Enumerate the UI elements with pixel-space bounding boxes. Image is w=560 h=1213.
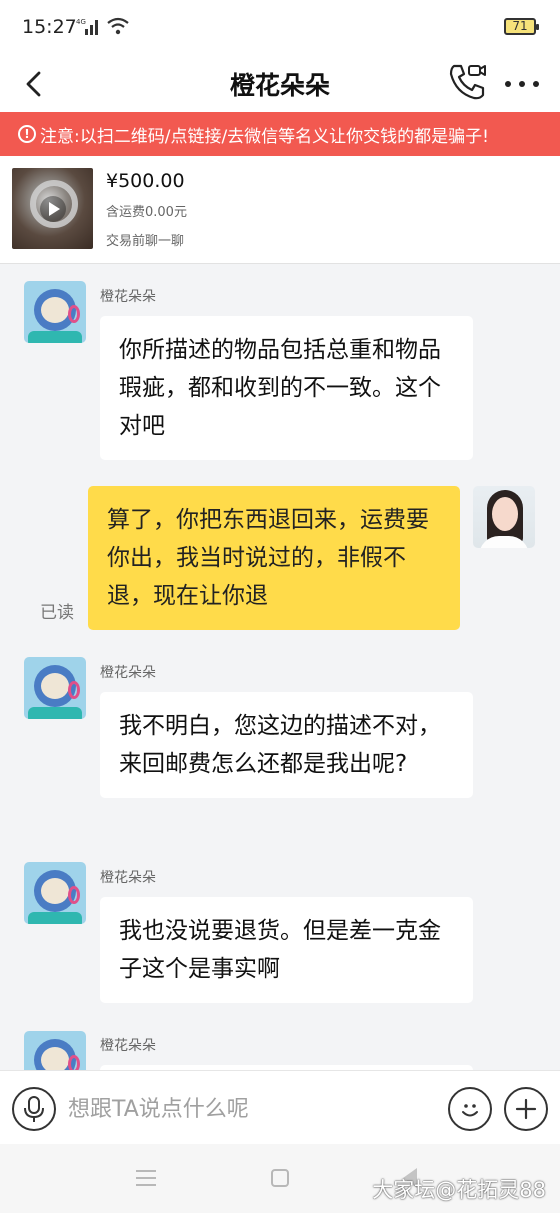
- call-button[interactable]: [446, 60, 490, 104]
- seller-avatar[interactable]: [24, 1031, 86, 1070]
- product-price: ¥500.00: [106, 170, 185, 192]
- outgoing-message[interactable]: 算了，你把东西退回来，运费要你出，我当时说过的，非假不退，现在让你退: [88, 486, 460, 630]
- more-button[interactable]: [502, 66, 542, 102]
- shipping-fee: 含运费0.00元: [106, 205, 187, 220]
- watermark: 大家坛@花拓灵88: [372, 1178, 546, 1202]
- seller-avatar[interactable]: [24, 862, 86, 924]
- sender-name: 橙花朵朵: [100, 1038, 156, 1054]
- microphone-icon: [24, 1096, 44, 1122]
- sender-name: 橙花朵朵: [100, 870, 156, 886]
- pre-trade-chat-label: 交易前聊一聊: [106, 234, 185, 249]
- more-dot-icon: [505, 81, 511, 87]
- more-dot-icon: [519, 81, 525, 87]
- message-input[interactable]: [68, 1091, 428, 1127]
- chat-header: 橙花朵朵: [0, 56, 560, 112]
- exclamation-icon: !: [18, 125, 36, 143]
- battery-icon: 71: [504, 18, 539, 35]
- voice-button[interactable]: [12, 1087, 56, 1131]
- emoji-button[interactable]: [448, 1087, 492, 1131]
- status-icons: 4G: [76, 17, 130, 35]
- sender-name: 橙花朵朵: [100, 665, 156, 681]
- seller-avatar[interactable]: [24, 657, 86, 719]
- wifi-icon: [107, 17, 129, 35]
- status-time: 15:27: [22, 16, 77, 38]
- home-button[interactable]: [271, 1169, 289, 1187]
- incoming-message[interactable]: 我不明白，您这边的描述不对，来回邮费怎么还都是我出呢?: [100, 692, 473, 798]
- fraud-warning-banner: ! 注意:以扫二维码/点链接/去微信等名义让你交钱的都是骗子!: [0, 112, 560, 156]
- read-status: 已读: [40, 603, 74, 623]
- play-icon[interactable]: [40, 196, 66, 222]
- message-composer: [0, 1070, 560, 1144]
- product-card[interactable]: ¥500.00 含运费0.00元 交易前聊一聊: [0, 156, 560, 264]
- svg-text:4G: 4G: [76, 18, 86, 26]
- product-thumbnail[interactable]: [12, 168, 93, 249]
- sender-name: 橙花朵朵: [100, 289, 156, 305]
- more-dot-icon: [533, 81, 539, 87]
- phone-video-icon: [449, 64, 486, 100]
- my-avatar[interactable]: [473, 486, 535, 548]
- plus-icon: [515, 1098, 537, 1120]
- signal-icon: 4G: [76, 18, 98, 35]
- status-bar: 15:27 4G 71: [0, 0, 560, 56]
- incoming-message[interactable]: 你所描述的物品包括总重和物品瑕疵，都和收到的不一致。这个对吧: [100, 316, 473, 460]
- incoming-message[interactable]: 我也没说要退货。但是差一克金子这个是事实啊: [100, 897, 473, 1003]
- recent-apps-button[interactable]: [136, 1170, 156, 1186]
- seller-avatar[interactable]: [24, 281, 86, 343]
- add-button[interactable]: [504, 1087, 548, 1131]
- smiley-icon: [462, 1104, 478, 1117]
- warning-text: 注意:以扫二维码/点链接/去微信等名义让你交钱的都是骗子!: [40, 126, 489, 147]
- message-list[interactable]: 橙花朵朵 你所描述的物品包括总重和物品瑕疵，都和收到的不一致。这个对吧 算了，你…: [0, 264, 560, 1070]
